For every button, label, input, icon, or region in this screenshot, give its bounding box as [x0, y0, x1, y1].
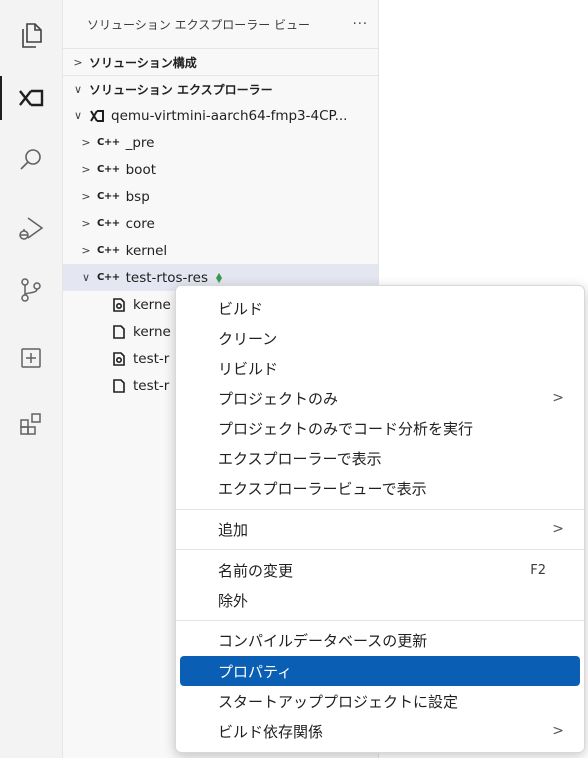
chevron-right-icon: > — [552, 521, 564, 537]
tree-item-label: kerne — [133, 323, 171, 340]
file-icon — [113, 324, 125, 339]
menu-item-build-dependencies[interactable]: ビルド依存関係 > — [180, 716, 580, 746]
source-control-icon[interactable] — [0, 262, 62, 318]
menu-item-label: 名前の変更 — [218, 561, 294, 580]
source-file-icon — [113, 351, 125, 366]
activity-bar — [0, 0, 63, 758]
context-menu: ビルド クリーン リビルド プロジェクトのみ > プロジェクトのみでコード分析を… — [175, 285, 585, 753]
menu-item-run-code-analysis[interactable]: プロジェクトのみでコード分析を実行 — [180, 413, 580, 443]
menu-item-set-startup-project[interactable]: スタートアッププロジェクトに設定 — [180, 686, 580, 716]
menu-item-properties[interactable]: プロパティ — [180, 656, 580, 686]
search-icon[interactable] — [0, 132, 62, 188]
menu-item-label: リビルド — [218, 359, 279, 378]
tree-item-label: kerne — [133, 296, 171, 313]
menu-item-label: コンパイルデータベースの更新 — [218, 631, 428, 650]
menu-item-build[interactable]: ビルド — [180, 293, 580, 323]
menu-separator — [176, 509, 584, 510]
menu-item-clean[interactable]: クリーン — [180, 323, 580, 353]
menu-item-exclude[interactable]: 除外 — [180, 585, 580, 615]
menu-item-rename[interactable]: 名前の変更 F2 — [180, 555, 580, 585]
tree-item-folder[interactable]: > C++ core — [63, 210, 378, 237]
cpp-icon: C++ — [97, 191, 120, 202]
section-solution-config[interactable]: > ソリューション構成 — [63, 48, 378, 75]
menu-item-update-compile-db[interactable]: コンパイルデータベースの更新 — [180, 625, 580, 655]
chevron-down-icon: ∨ — [73, 109, 83, 122]
solution-explorer-icon[interactable] — [0, 70, 62, 126]
run-debug-icon[interactable] — [0, 200, 62, 256]
menu-item-show-in-explorer-view[interactable]: エクスプローラービューで表示 — [180, 473, 580, 503]
tree-item-label: bsp — [125, 188, 150, 205]
menu-item-label: クリーン — [218, 329, 278, 348]
cpp-icon: C++ — [97, 272, 120, 283]
solution-icon — [90, 109, 104, 122]
chevron-right-icon: > — [552, 390, 564, 406]
source-file-icon — [113, 297, 125, 312]
chevron-right-icon: > — [81, 244, 91, 257]
tree-item-folder[interactable]: > C++ kernel — [63, 237, 378, 264]
tree-item-project[interactable]: ∨ qemu-virtmini-aarch64-fmp3-4CP... — [63, 102, 378, 129]
tree-item-label: kernel — [125, 242, 168, 259]
menu-item-label: スタートアッププロジェクトに設定 — [218, 692, 459, 711]
menu-item-label: エクスプローラーで表示 — [218, 449, 382, 468]
menu-item-show-in-explorer[interactable]: エクスプローラーで表示 — [180, 443, 580, 473]
tree-item-label: core — [125, 215, 155, 232]
cpp-icon: C++ — [97, 218, 120, 229]
sidebar-header: ソリューション エクスプローラー ビュー ··· — [63, 0, 378, 48]
section-label: ソリューション エクスプローラー — [89, 82, 273, 97]
shortcut-label: F2 — [530, 562, 546, 578]
tree-item-label: test-r — [133, 377, 170, 394]
startup-project-icon — [216, 272, 223, 283]
menu-item-project-only[interactable]: プロジェクトのみ > — [180, 383, 580, 413]
menu-item-label: ビルド — [218, 299, 264, 318]
section-label: ソリューション構成 — [89, 55, 197, 70]
section-solution-explorer[interactable]: ∨ ソリューション エクスプローラー — [63, 75, 378, 102]
chevron-down-icon: ∨ — [81, 271, 91, 284]
explorer-icon[interactable] — [0, 8, 62, 64]
more-actions-button[interactable]: ··· — [353, 17, 368, 32]
menu-item-label: エクスプローラービューで表示 — [218, 479, 427, 498]
chevron-right-icon: > — [81, 217, 91, 230]
file-icon — [113, 378, 125, 393]
add-panel-icon[interactable] — [0, 330, 62, 386]
cpp-icon: C++ — [97, 245, 120, 256]
tree-item-label: _pre — [125, 134, 155, 151]
chevron-down-icon: ∨ — [73, 82, 83, 96]
tree-item-label: test-r — [133, 350, 170, 367]
menu-item-label: プロパティ — [218, 662, 293, 681]
extensions-icon[interactable] — [0, 396, 62, 452]
menu-item-label: ビルド依存関係 — [218, 722, 324, 741]
tree-item-folder[interactable]: > C++ bsp — [63, 183, 378, 210]
menu-item-rebuild[interactable]: リビルド — [180, 353, 580, 383]
tree-item-label: qemu-virtmini-aarch64-fmp3-4CP... — [111, 107, 348, 124]
chevron-right-icon: > — [73, 55, 83, 69]
tree-item-folder[interactable]: > C++ _pre — [63, 129, 378, 156]
chevron-right-icon: > — [81, 190, 91, 203]
cpp-icon: C++ — [97, 164, 120, 175]
menu-separator — [176, 549, 584, 550]
chevron-right-icon: > — [552, 723, 564, 739]
tree-item-label: boot — [125, 161, 156, 178]
cpp-icon: C++ — [97, 137, 120, 148]
menu-item-add[interactable]: 追加 > — [180, 514, 580, 544]
chevron-right-icon: > — [81, 163, 91, 176]
menu-item-label: 除外 — [218, 591, 249, 610]
sidebar-title: ソリューション エクスプローラー ビュー — [87, 17, 311, 32]
menu-item-label: プロジェクトのみ — [218, 389, 339, 408]
tree-item-folder[interactable]: > C++ boot — [63, 156, 378, 183]
menu-separator — [176, 620, 584, 621]
tree-item-label: test-rtos-res — [125, 269, 209, 286]
menu-item-label: プロジェクトのみでコード分析を実行 — [218, 419, 474, 438]
menu-item-label: 追加 — [218, 520, 249, 539]
chevron-right-icon: > — [81, 136, 91, 149]
